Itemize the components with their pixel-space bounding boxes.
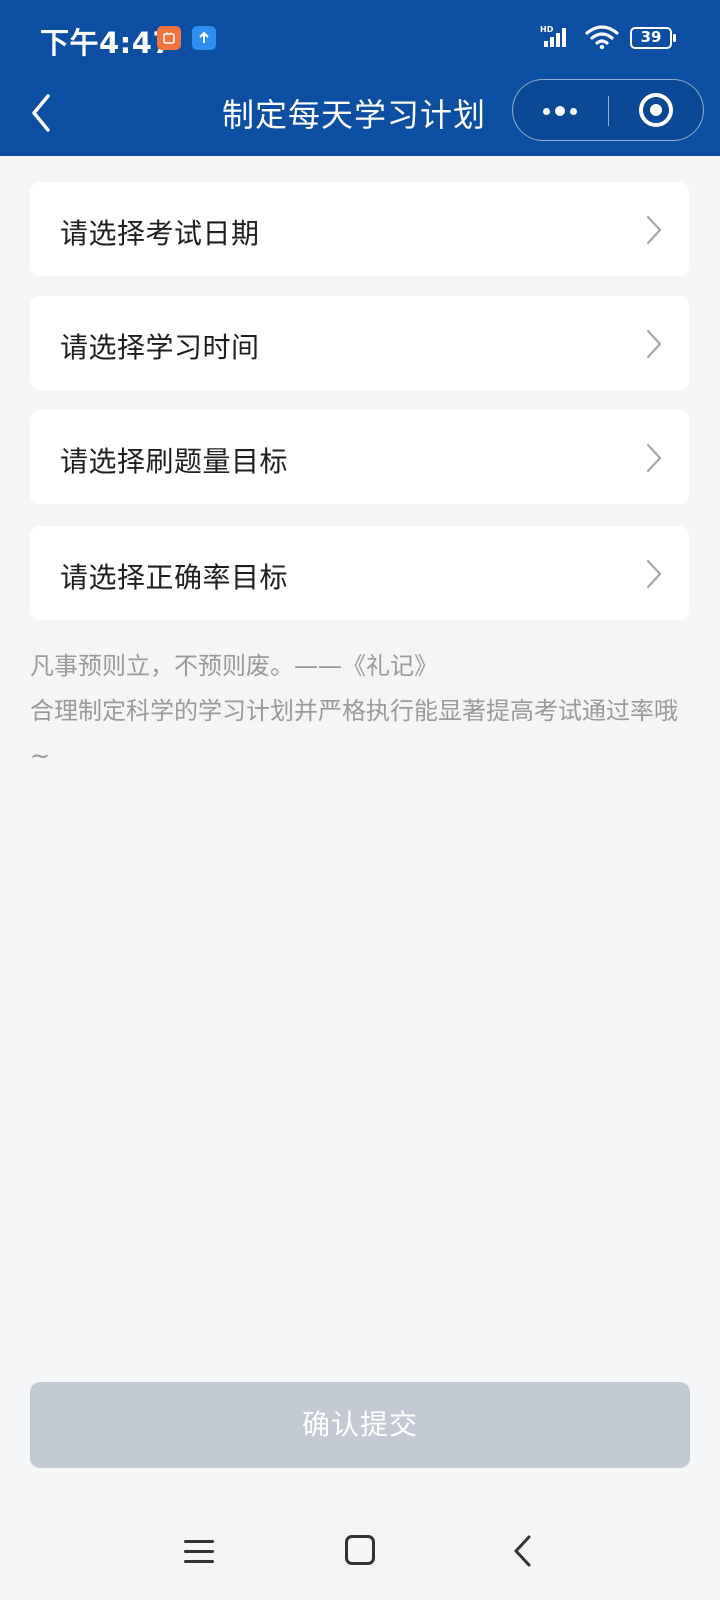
mini-program-capsule (512, 79, 704, 141)
chevron-right-icon (646, 329, 662, 359)
wifi-icon (585, 25, 619, 50)
quote-description: 合理制定科学的学习计划并严格执行能显著提高考试通过率哦~ (30, 697, 678, 770)
motivation-quote: 凡事预则立，不预则废。——《礼记》 合理制定科学的学习计划并严格执行能显著提高考… (30, 644, 690, 779)
close-miniprogram-button[interactable] (609, 80, 703, 140)
option-label: 请选择学习时间 (60, 331, 260, 364)
study-time-option[interactable]: 请选择学习时间 (30, 296, 689, 390)
svg-text:HD: HD (540, 25, 554, 34)
upload-notification-icon (192, 26, 216, 50)
more-dots-icon (543, 108, 550, 115)
exam-date-option[interactable]: 请选择考试日期 (30, 182, 689, 276)
header: 下午4:47 HD 39 制定每天学习计划 (0, 0, 720, 156)
app-notification-icon (157, 26, 181, 50)
battery-level: 39 (640, 28, 662, 46)
chevron-right-icon (646, 443, 662, 473)
quote-line: 凡事预则立，不预则废。——《礼记》 (30, 652, 438, 680)
menu-icon[interactable] (184, 1538, 214, 1566)
battery-icon: 39 (630, 27, 676, 49)
chevron-right-icon (646, 559, 662, 589)
question-count-option[interactable]: 请选择刷题量目标 (30, 410, 689, 504)
option-label: 请选择正确率目标 (60, 561, 289, 594)
home-icon[interactable] (345, 1535, 375, 1565)
chevron-left-icon (32, 94, 50, 132)
status-time: 下午4:47 (40, 26, 174, 60)
option-label: 请选择考试日期 (60, 217, 260, 250)
status-bar: 下午4:47 HD 39 (0, 0, 720, 76)
nav-bar: 制定每天学习计划 (0, 76, 720, 156)
page-title: 制定每天学习计划 (222, 96, 487, 134)
system-nav-bar (0, 1520, 720, 1600)
chevron-right-icon (646, 215, 662, 245)
more-button[interactable] (513, 80, 608, 140)
back-icon[interactable] (510, 1534, 536, 1568)
back-button[interactable] (24, 88, 64, 138)
signal-icon: HD (540, 25, 566, 47)
accuracy-option[interactable]: 请选择正确率目标 (30, 526, 689, 620)
option-label: 请选择刷题量目标 (60, 445, 289, 478)
submit-button[interactable]: 确认提交 (30, 1382, 690, 1468)
